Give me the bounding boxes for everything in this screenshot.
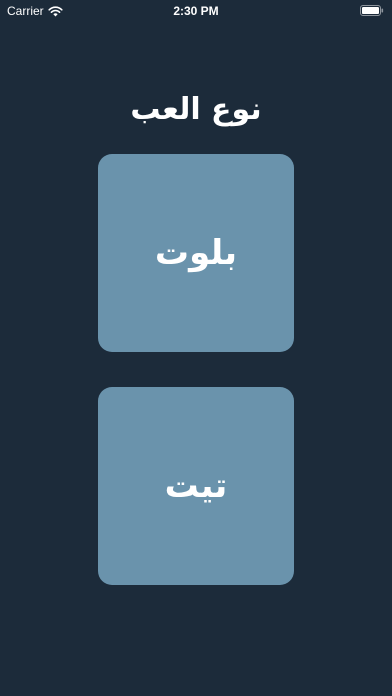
battery-icon [360, 5, 384, 16]
page-title: نوع العب [130, 92, 262, 127]
option-label: بلوت [154, 233, 238, 273]
game-type-option-tit[interactable]: تيت [98, 387, 294, 585]
option-label: تيت [164, 466, 228, 506]
status-bar: Carrier 2:30 PM [0, 0, 392, 22]
status-time: 2:30 PM [173, 4, 219, 18]
game-type-option-baloot[interactable]: بلوت [98, 154, 294, 352]
